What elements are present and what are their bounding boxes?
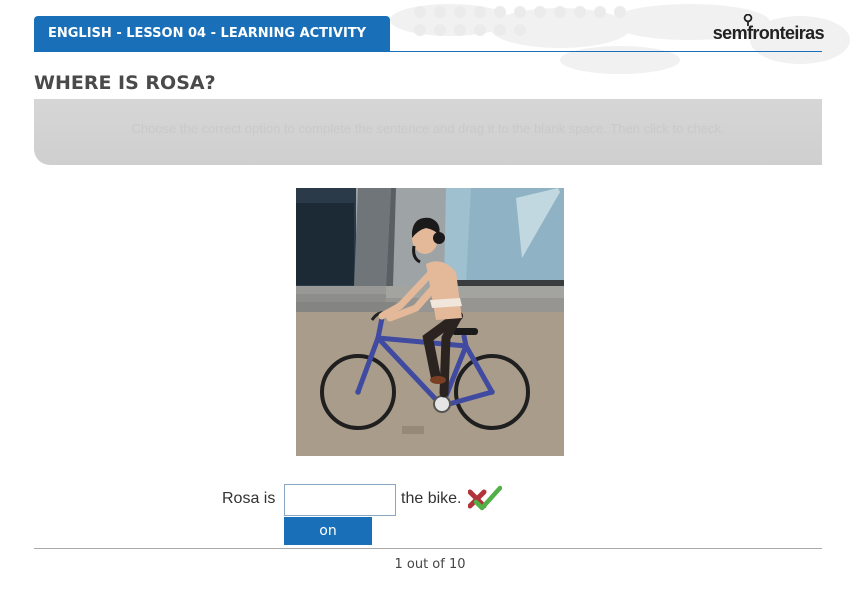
brand-name: semfronteiras — [712, 23, 825, 43]
sentence-prefix: Rosa is — [222, 490, 276, 507]
footer-divider — [34, 548, 822, 549]
option-on-button[interactable]: on — [284, 517, 372, 545]
sentence-suffix: the bike. — [401, 490, 462, 507]
instructions-text: Choose the correct option to complete th… — [131, 121, 725, 136]
brand-logo: semfronteiras — [664, 14, 825, 44]
progress-indicator: 1 out of 10 — [394, 557, 466, 572]
header-divider — [34, 51, 822, 52]
activity-title: WHERE IS ROSA? — [34, 72, 216, 94]
activity-page: ENGLISH - LESSON 04 - LEARNING ACTIVITY … — [0, 0, 860, 600]
check-icon[interactable] — [468, 484, 502, 512]
instructions-banner: Choose the correct option to complete th… — [34, 99, 822, 165]
woman-riding-bicycle-illustration — [296, 188, 564, 456]
lesson-title-tab: ENGLISH - LESSON 04 - LEARNING ACTIVITY — [34, 16, 390, 52]
answer-drop-field[interactable] — [284, 484, 396, 516]
